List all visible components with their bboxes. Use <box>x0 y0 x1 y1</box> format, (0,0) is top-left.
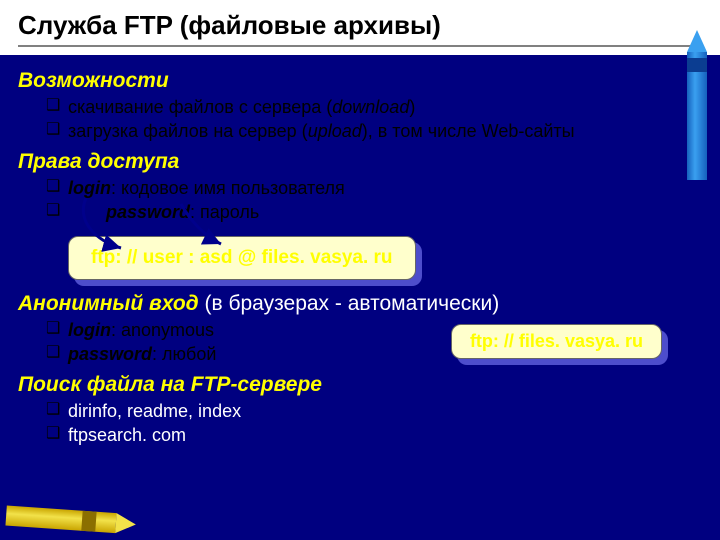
title-band: Служба FTP (файловые архивы) <box>0 0 720 55</box>
text: загрузка файлов на сервер ( <box>68 121 308 141</box>
list-item: скачивание файлов c сервера (download) <box>46 95 702 119</box>
text-bold: password <box>68 344 152 364</box>
page-title: Служба FTP (файловые архивы) <box>18 10 702 47</box>
callout-text: ftp: // files. vasya. ru <box>451 324 662 359</box>
slide-content: Возможности скачивание файлов c сервера … <box>0 55 720 447</box>
text: : любой <box>152 344 216 364</box>
section-heading-anon: Анонимный вход (в браузерах - автоматиче… <box>18 292 702 316</box>
section-heading-access: Права доступа <box>18 150 702 174</box>
section-heading-capabilities: Возможности <box>18 69 702 93</box>
crayon-blue-icon <box>682 30 712 180</box>
callout-box-small: ftp: // files. vasya. ru <box>451 324 662 359</box>
heading-text: Анонимный вход <box>18 292 199 315</box>
text-bold: login <box>68 320 111 340</box>
callout-box: ftp: // user : asd @ files. vasya. ru <box>68 236 416 280</box>
crayon-yellow-icon <box>5 501 137 538</box>
text: ), в том числе Web-сайты <box>362 121 575 141</box>
list-item: password: пароль <box>46 200 702 224</box>
bullet-list: скачивание файлов c сервера (download) з… <box>46 95 702 144</box>
list-item: dirinfo, readme, index <box>46 399 702 423</box>
bullet-list: login: кодовое имя пользователя password… <box>46 176 702 225</box>
text-bold: password <box>106 202 190 222</box>
text: : пароль <box>190 202 259 222</box>
list-item: ftpsearch. com <box>46 423 702 447</box>
section-heading-search: Поиск файла на FTP-сервере <box>18 373 702 397</box>
heading-rest: (в браузерах - автоматически) <box>199 292 500 315</box>
list-item: login: кодовое имя пользователя <box>46 176 702 200</box>
text: скачивание файлов c сервера ( <box>68 97 332 117</box>
text: ) <box>409 97 415 117</box>
text-bold: login <box>68 178 111 198</box>
text: : кодовое имя пользователя <box>111 178 345 198</box>
text: : anonymous <box>111 320 214 340</box>
callout-text: ftp: // user : asd @ files. vasya. ru <box>68 236 416 280</box>
list-item: загрузка файлов на сервер (upload), в то… <box>46 119 702 143</box>
row: login: anonymous password: любой ftp: //… <box>18 318 702 367</box>
text-emph: download <box>332 97 409 117</box>
bullet-list: dirinfo, readme, index ftpsearch. com <box>46 399 702 448</box>
text-emph: upload <box>308 121 362 141</box>
